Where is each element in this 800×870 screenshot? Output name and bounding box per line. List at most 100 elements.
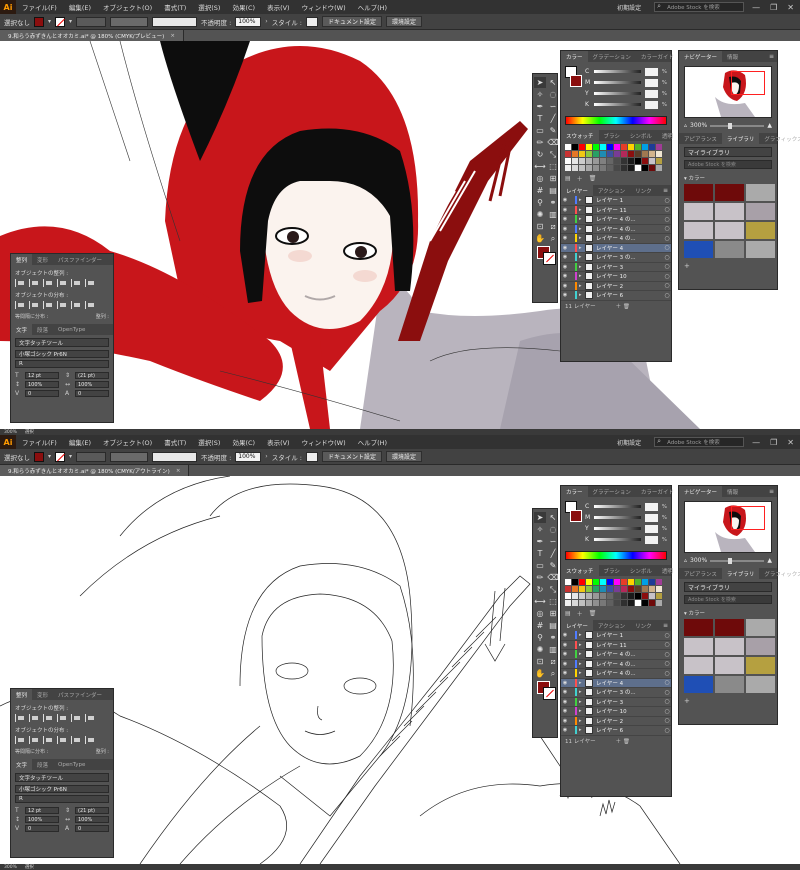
swatch-chip[interactable]: [614, 158, 620, 164]
swatch-chip[interactable]: [614, 586, 620, 592]
swatch-chip[interactable]: [628, 144, 634, 150]
swatch-chip[interactable]: [649, 165, 655, 171]
tab-gradient[interactable]: グラデーション: [588, 51, 636, 62]
font-size-input[interactable]: 12 pt: [25, 372, 59, 379]
swatch-chip[interactable]: [607, 165, 613, 171]
target-circle-icon[interactable]: ○: [663, 660, 671, 667]
align-bottom-icon[interactable]: [85, 714, 95, 722]
swatch-library-icon[interactable]: ▤: [565, 610, 571, 617]
zoom-tool-icon[interactable]: ⌕: [547, 668, 559, 679]
visibility-eye-icon[interactable]: ◉: [561, 642, 569, 648]
navigator-zoom-slider[interactable]: [710, 557, 765, 564]
swatch-chip[interactable]: [600, 151, 606, 157]
swatch-chip[interactable]: [621, 586, 627, 592]
maximize-icon[interactable]: ❐: [770, 3, 777, 12]
swatch-chip[interactable]: [593, 165, 599, 171]
free-transform-tool-icon[interactable]: ⬚: [547, 161, 559, 172]
swatch-chip[interactable]: [649, 151, 655, 157]
channel-y-slider[interactable]: [593, 92, 642, 95]
chevron-down-icon[interactable]: ▾: [48, 18, 51, 25]
swatch-chip[interactable]: [621, 144, 627, 150]
tab-color[interactable]: カラー: [561, 51, 588, 62]
library-color-chip[interactable]: [684, 657, 713, 674]
chevron-right-icon[interactable]: ›: [265, 453, 267, 460]
visibility-eye-icon[interactable]: ◉: [561, 727, 569, 733]
font-style-select[interactable]: R: [15, 795, 109, 803]
zoom-readout[interactable]: 300%: [4, 865, 17, 870]
swatch-chip[interactable]: [586, 593, 592, 599]
library-color-chip[interactable]: [746, 222, 775, 239]
library-color-chip[interactable]: [746, 676, 775, 693]
pencil-tool-icon[interactable]: ✏: [534, 572, 546, 583]
color-spectrum-bar[interactable]: [565, 116, 667, 125]
menu-window[interactable]: ウィンドウ(W): [296, 2, 352, 12]
channel-c-input[interactable]: [645, 502, 658, 511]
close-icon[interactable]: ×: [170, 33, 175, 39]
graphic-style-swatch[interactable]: [305, 451, 318, 462]
swatch-chip[interactable]: [607, 600, 613, 606]
gradient-tool-icon[interactable]: ▤: [547, 620, 559, 631]
channel-m-slider[interactable]: [594, 516, 642, 519]
align-top-icon[interactable]: [57, 714, 67, 722]
swatch-chip[interactable]: [621, 600, 627, 606]
library-color-section[interactable]: ▾ カラー: [684, 609, 772, 617]
swatch-chip[interactable]: [614, 165, 620, 171]
layer-row[interactable]: ◉ ▸ レイヤー 6 ○: [561, 291, 671, 301]
library-color-chip[interactable]: [684, 676, 713, 693]
swatch-chip[interactable]: [642, 144, 648, 150]
library-color-chip[interactable]: [746, 184, 775, 201]
zoom-out-icon[interactable]: ▵: [684, 557, 687, 564]
artboard-tool-icon[interactable]: ⊡: [534, 656, 546, 667]
layer-row[interactable]: ◉ ▸ レイヤー 4 の... ○: [561, 224, 671, 234]
chevron-down-icon[interactable]: ▾: [48, 453, 51, 460]
swatch-chip[interactable]: [586, 144, 592, 150]
swatch-chip[interactable]: [607, 158, 613, 164]
swatch-chip[interactable]: [621, 593, 627, 599]
chevron-right-icon[interactable]: ›: [265, 18, 267, 25]
swatch-chip[interactable]: [572, 586, 578, 592]
menu-type[interactable]: 書式(T): [158, 2, 192, 12]
tracking-input[interactable]: 0: [75, 390, 109, 397]
swatch-chip[interactable]: [586, 165, 592, 171]
tab-swatches[interactable]: スウォッチ: [561, 565, 599, 576]
align-right-icon[interactable]: [43, 714, 53, 722]
distribute-vcenter-icon[interactable]: [29, 736, 39, 744]
tab-paragraph[interactable]: 段落: [32, 324, 53, 335]
tab-opentype[interactable]: OpenType: [53, 759, 90, 770]
target-circle-icon[interactable]: ○: [663, 651, 671, 658]
mesh-tool-icon[interactable]: #: [534, 185, 546, 196]
menu-view[interactable]: 表示(V): [261, 437, 296, 447]
stroke-swatch[interactable]: [55, 451, 66, 462]
swatch-chip[interactable]: [579, 593, 585, 599]
leading-input[interactable]: (21 pt): [75, 372, 109, 379]
layer-row[interactable]: ◉ ▸ レイヤー 4 ○: [561, 678, 671, 688]
visibility-eye-icon[interactable]: ◉: [561, 661, 569, 667]
target-circle-icon[interactable]: ○: [663, 254, 671, 261]
swatch-chip[interactable]: [565, 165, 571, 171]
blend-tool-icon[interactable]: ⚭: [547, 197, 559, 208]
swatch-chip[interactable]: [628, 165, 634, 171]
tab-swatches[interactable]: スウォッチ: [561, 130, 599, 141]
color-spectrum-bar[interactable]: [565, 551, 667, 560]
menu-effect[interactable]: 効果(C): [226, 2, 261, 12]
swatch-chip[interactable]: [565, 151, 571, 157]
menu-help[interactable]: ヘルプ(H): [352, 437, 393, 447]
vertical-scale-input[interactable]: 100%: [25, 816, 59, 823]
swatch-chip[interactable]: [600, 579, 606, 585]
swatch-chip[interactable]: [656, 579, 662, 585]
swatch-chip[interactable]: [635, 144, 641, 150]
target-circle-icon[interactable]: ○: [663, 698, 671, 705]
swatch-chip[interactable]: [656, 600, 662, 606]
swatch-chip[interactable]: [656, 158, 662, 164]
tab-character[interactable]: 文字: [11, 759, 33, 770]
graph-tool-icon[interactable]: ▥: [547, 644, 559, 655]
tab-color[interactable]: カラー: [561, 486, 588, 497]
navigator-thumbnail[interactable]: [684, 66, 772, 118]
visibility-eye-icon[interactable]: ◉: [561, 283, 569, 289]
tab-info[interactable]: 情報: [722, 51, 743, 62]
swatch-chip[interactable]: [635, 593, 641, 599]
rotate-tool-icon[interactable]: ↻: [534, 149, 546, 160]
layer-row[interactable]: ◉ ▸ レイヤー 3 ○: [561, 697, 671, 707]
swatch-chip[interactable]: [572, 600, 578, 606]
width-tool-icon[interactable]: ⟷: [534, 161, 546, 172]
